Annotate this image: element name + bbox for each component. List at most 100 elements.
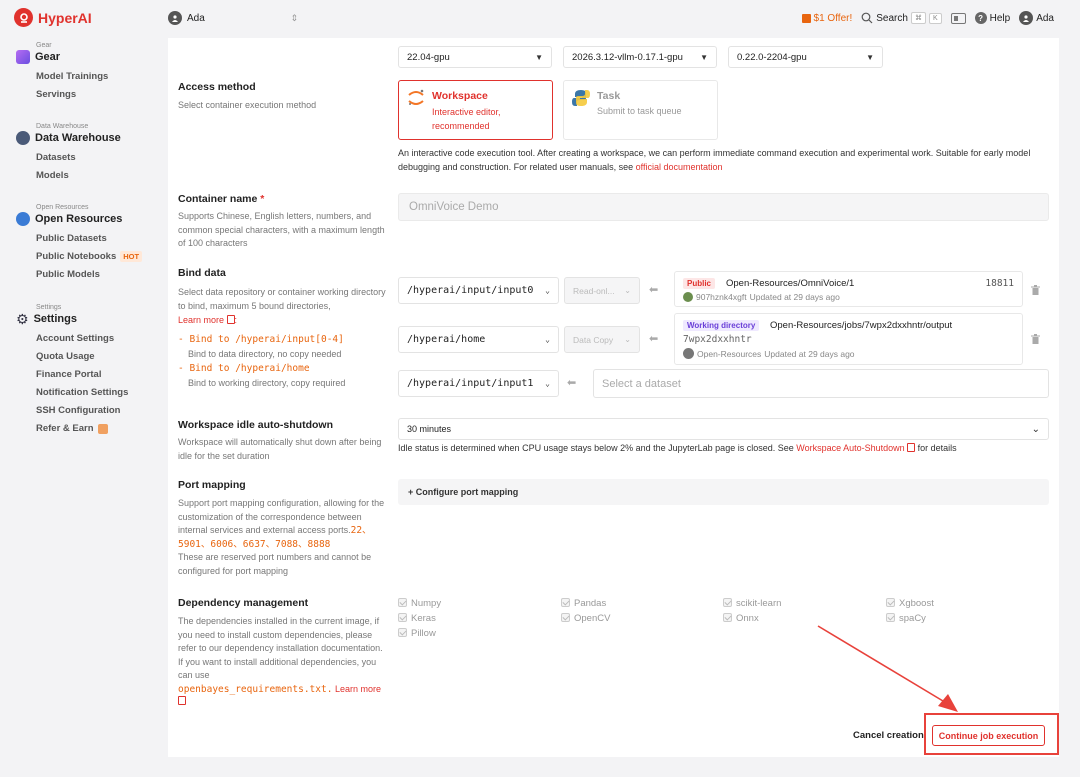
search-label: Search bbox=[876, 12, 908, 24]
bind-learn-more-link[interactable]: Learn more : bbox=[178, 315, 237, 325]
owner-name: Open-Resources bbox=[697, 348, 762, 359]
delete-bind-1-icon[interactable] bbox=[1031, 285, 1040, 295]
access-option-task[interactable]: Task Submit to task queue bbox=[563, 80, 718, 140]
hot-badge: HOT bbox=[120, 251, 143, 262]
dataset-count: 18811 bbox=[985, 278, 1014, 289]
sidebar-head-label: Settings bbox=[33, 313, 77, 325]
bound-dataset-card-1[interactable]: Public Open-Resources/OmniVoice/1 18811 … bbox=[674, 271, 1023, 307]
sidebar-head-settings[interactable]: ⚙ Settings bbox=[16, 312, 128, 326]
search-button[interactable]: Search ⌘ K bbox=[861, 12, 942, 24]
sidebar-head-open-resources[interactable]: Open Resources bbox=[16, 212, 142, 226]
avatar-icon bbox=[1019, 11, 1034, 25]
offer-link[interactable]: $1 Offer! bbox=[801, 12, 853, 24]
chevron-down-icon: ⌄ bbox=[1031, 423, 1040, 435]
official-docs-link[interactable]: official documentation bbox=[636, 162, 723, 172]
bound-workdir-card-2[interactable]: Working directory Open-Resources/jobs/7w… bbox=[674, 313, 1023, 365]
dep-checkbox[interactable]: Xgboost bbox=[886, 598, 934, 609]
sidebar-item-model-trainings[interactable]: Model Trainings bbox=[36, 71, 108, 82]
image-select-runtime[interactable]: 0.22.0-2204-gpu ▼ bbox=[728, 46, 883, 68]
bind-path-select-2[interactable]: /hyperai/home ⌄ bbox=[398, 326, 559, 353]
sidebar-item-datasets[interactable]: Datasets bbox=[36, 152, 121, 163]
sidebar-item-servings[interactable]: Servings bbox=[36, 89, 108, 100]
sidebar-item-ssh-configuration[interactable]: SSH Configuration bbox=[36, 405, 128, 416]
check-icon bbox=[723, 613, 732, 622]
dep-label: Keras bbox=[411, 613, 436, 624]
dep-checkbox[interactable]: OpenCV bbox=[561, 613, 610, 624]
dep-label: OpenCV bbox=[574, 613, 611, 624]
hyperai-logo-icon bbox=[14, 8, 33, 27]
bind-rule-home: - Bind to /hyperai/home bbox=[178, 363, 310, 374]
workdir-name: Open-Resources/jobs/7wpx2dxxhntr/output bbox=[770, 320, 953, 331]
auto-shutdown-link[interactable]: Workspace Auto-Shutdown bbox=[796, 443, 904, 453]
user-switcher[interactable]: Ada ⇕ bbox=[168, 11, 298, 25]
sidebar-item-models[interactable]: Models bbox=[36, 170, 121, 181]
sidebar-head-data-warehouse[interactable]: Data Warehouse bbox=[16, 131, 121, 145]
dep-label: Xgboost bbox=[899, 598, 934, 609]
help-button[interactable]: ? Help bbox=[974, 12, 1010, 24]
select-dataset-input[interactable]: Select a dataset bbox=[593, 369, 1049, 398]
working-directory-badge: Working directory bbox=[683, 320, 760, 331]
bind-path-select-1[interactable]: /hyperai/input/input0 ⌄ bbox=[398, 277, 559, 304]
help-icon: ? bbox=[974, 12, 987, 24]
logo-text: HyperAI bbox=[38, 9, 92, 26]
sidebar-item-finance-portal[interactable]: Finance Portal bbox=[36, 369, 128, 380]
sidebar-item-notification-settings[interactable]: Notification Settings bbox=[36, 387, 128, 398]
logo[interactable]: HyperAI bbox=[14, 8, 92, 27]
sidebar-item-public-models[interactable]: Public Models bbox=[36, 269, 142, 280]
bind-rule-home-desc: Bind to working directory, copy required bbox=[188, 378, 346, 388]
warehouse-icon bbox=[16, 131, 30, 145]
top-bar: HyperAI Ada ⇕ $1 Offer! Search ⌘ K ? Help… bbox=[0, 0, 1080, 38]
dep-checkbox[interactable]: Keras bbox=[398, 613, 436, 624]
delete-bind-2-icon[interactable] bbox=[1031, 334, 1040, 344]
user-menu[interactable]: Ada bbox=[1019, 11, 1054, 25]
check-icon bbox=[561, 613, 570, 622]
caret-down-icon: ▼ bbox=[700, 52, 708, 62]
sidebar-item-public-datasets[interactable]: Public Datasets bbox=[36, 233, 142, 244]
sidebar-item-account-settings[interactable]: Account Settings bbox=[36, 333, 128, 344]
sidebar-item-quota-usage[interactable]: Quota Usage bbox=[36, 351, 128, 362]
updated-text: Updated at 29 days ago bbox=[749, 292, 840, 302]
idle-shutdown-desc: Workspace will automatically shut down a… bbox=[178, 437, 382, 461]
bind-mode-select-1[interactable]: Read-onl... ⌄ bbox=[564, 277, 640, 304]
owner-name: 907hznk4xgft bbox=[696, 292, 747, 302]
configure-port-mapping-button[interactable]: + Configure port mapping bbox=[398, 479, 1049, 505]
dep-checkbox[interactable]: scikit-learn bbox=[723, 598, 781, 609]
id-card-icon[interactable] bbox=[950, 12, 966, 24]
dep-label: scikit-learn bbox=[736, 598, 782, 609]
arrow-left-icon: ⬅ bbox=[567, 377, 577, 389]
access-option-workspace[interactable]: Workspace Interactive editor, recommende… bbox=[398, 80, 553, 140]
dep-label: Pandas bbox=[574, 598, 607, 609]
sidebar-head-gear[interactable]: Gear bbox=[16, 50, 108, 64]
select-value: /hyperai/home bbox=[407, 334, 486, 345]
image-select-ubuntu[interactable]: 22.04-gpu ▼ bbox=[398, 46, 552, 68]
dep-checkbox[interactable]: Pandas bbox=[561, 598, 606, 609]
note-post: for details bbox=[915, 443, 957, 453]
dep-checkbox[interactable]: Pillow bbox=[398, 628, 436, 639]
arrow-left-icon: ⬅ bbox=[649, 333, 659, 345]
access-method-desc: Select container execution method bbox=[178, 100, 317, 110]
bind-path-select-3[interactable]: /hyperai/input/input1 ⌄ bbox=[398, 370, 559, 397]
gift-box-icon bbox=[97, 423, 108, 434]
sidebar-item-refer-earn[interactable]: Refer & Earn bbox=[36, 423, 128, 434]
bind-mode-select-2[interactable]: Data Copy ⌄ bbox=[564, 326, 640, 353]
image-select-version[interactable]: 2026.3.12-vllm-0.17.1-gpu ▼ bbox=[563, 46, 717, 68]
task-desc: Submit to task queue bbox=[597, 106, 682, 116]
chevron-down-icon: ⌄ bbox=[545, 335, 550, 344]
bind-rule-input-desc: Bind to data directory, no copy needed bbox=[188, 349, 342, 359]
idle-duration-select[interactable]: 30 minutes ⌄ bbox=[398, 418, 1049, 440]
deps-learn-more-link[interactable]: Learn more bbox=[335, 684, 381, 694]
cancel-creation-button[interactable]: Cancel creation bbox=[853, 730, 924, 741]
dep-checkbox[interactable]: Onnx bbox=[723, 613, 759, 624]
dep-label: Numpy bbox=[411, 598, 442, 609]
gear-cube-icon bbox=[16, 50, 30, 64]
sidebar-caption: Data Warehouse bbox=[36, 123, 89, 130]
container-name-desc: Supports Chinese, English letters, numbe… bbox=[178, 211, 385, 248]
offer-text: $1 Offer! bbox=[813, 12, 853, 24]
sidebar-item-public-notebooks[interactable]: Public Notebooks HOT bbox=[36, 251, 143, 262]
container-name-input[interactable]: OmniVoice Demo bbox=[398, 193, 1049, 221]
workspace-desc: Interactive editor, recommended bbox=[432, 107, 501, 131]
book-icon bbox=[226, 315, 235, 324]
dep-checkbox[interactable]: Numpy bbox=[398, 598, 441, 609]
desc-text: The dependencies installed in the curren… bbox=[178, 616, 383, 680]
check-icon bbox=[561, 598, 570, 607]
